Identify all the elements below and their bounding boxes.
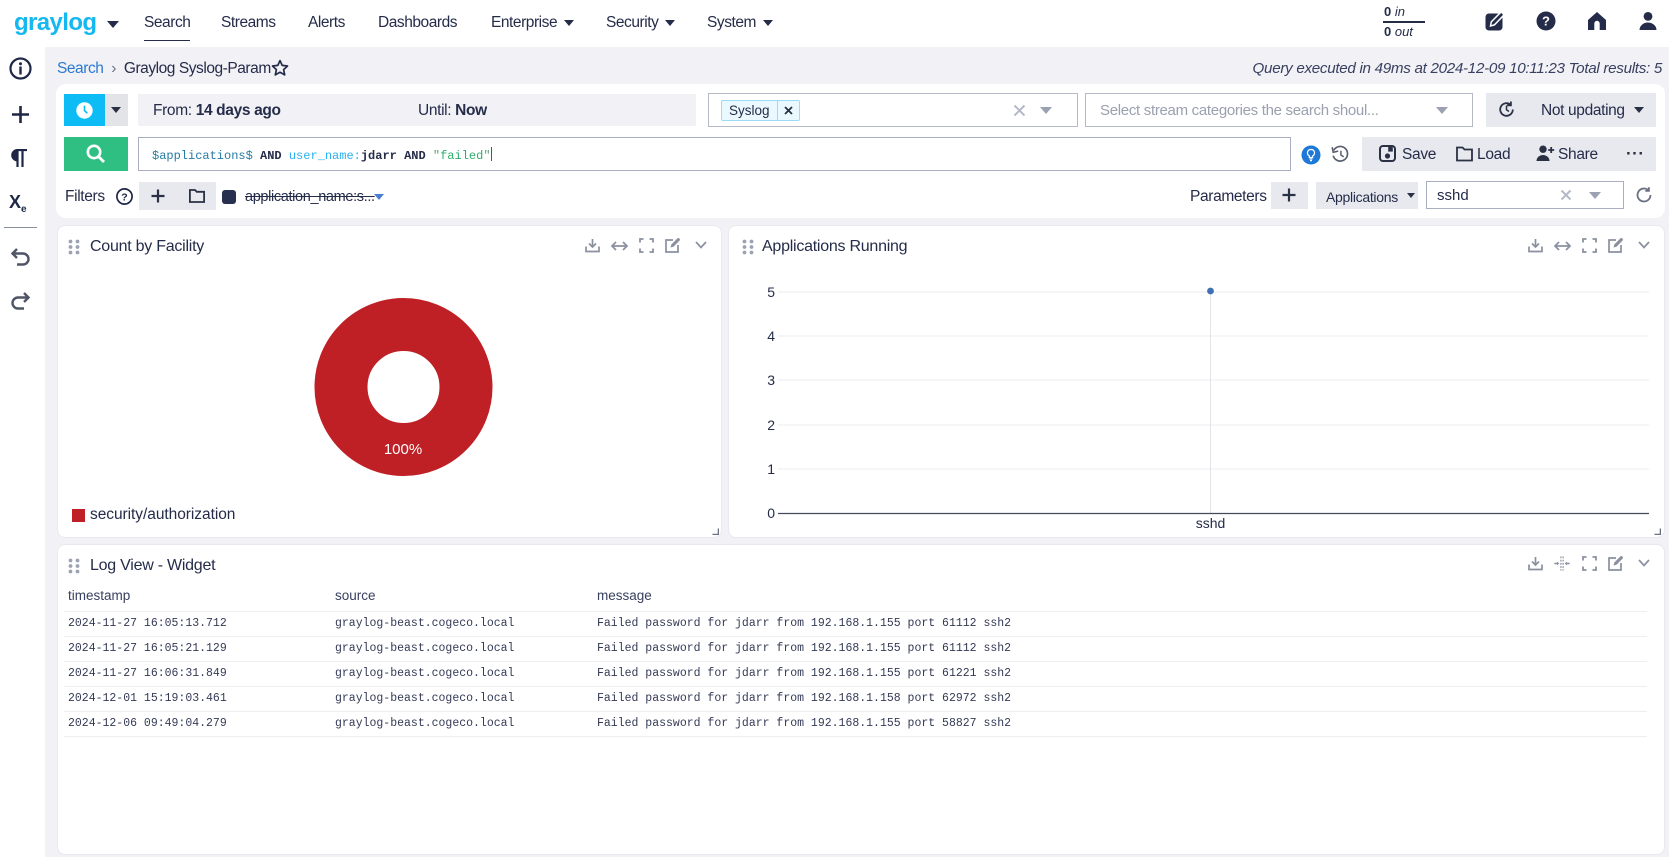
svg-text:2: 2 <box>767 417 775 433</box>
svg-text:?: ? <box>1542 13 1550 28</box>
svg-text:sshd: sshd <box>1196 515 1226 531</box>
svg-text:100%: 100% <box>384 441 422 458</box>
svg-text:3: 3 <box>767 372 775 388</box>
svg-text:5: 5 <box>767 284 775 300</box>
svg-text:0: 0 <box>767 505 775 521</box>
svg-text:?: ? <box>121 191 127 203</box>
svg-text:1: 1 <box>767 461 775 477</box>
svg-text:4: 4 <box>767 328 775 344</box>
